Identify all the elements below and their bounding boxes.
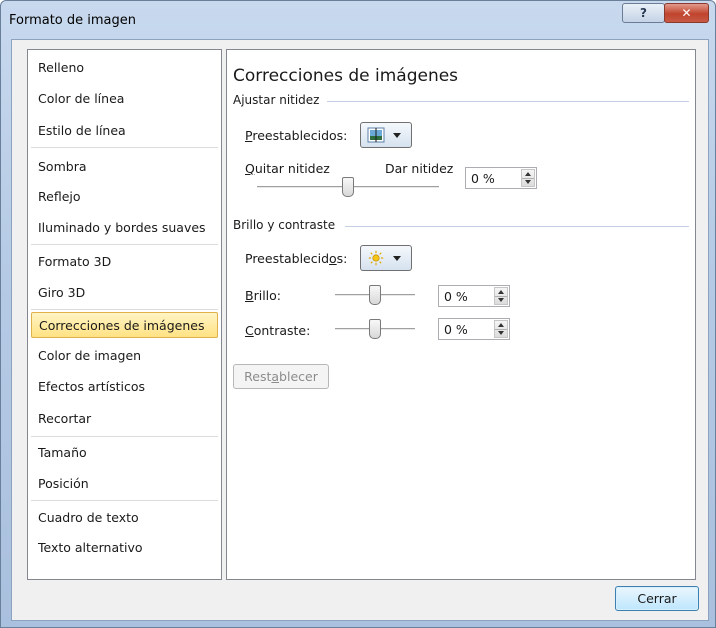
remove-sharpness-label-text: uitar nitidez [254,161,330,176]
section-sharpness-label: Ajustar nitidez [233,93,320,107]
contrast-spin-buttons[interactable] [494,320,508,338]
nav-item-posicion[interactable]: Posición [31,471,218,497]
bc-presets-label: Preestablecidos: [245,251,347,266]
brightness-spinner[interactable]: 0 % [438,285,510,307]
nav-item-efectos-artisticos[interactable]: Efectos artísticos [31,374,218,400]
sharpness-spinner[interactable]: 0 % [465,167,537,189]
nav-divider [31,147,218,148]
sharpness-preset-icon [366,126,386,144]
nav-divider [31,500,218,501]
contrast-label-text: ontraste: [253,323,311,338]
contrast-spinner[interactable]: 0 % [438,318,510,340]
nav-item-iluminado[interactable]: Iluminado y bordes suaves [31,215,218,241]
chevron-down-icon [393,132,401,138]
nav-divider [31,309,218,310]
spin-down-icon [498,298,504,302]
help-button[interactable]: ? [622,3,665,23]
add-sharpness-label: Dar nitidez [385,161,454,176]
chevron-down-icon [393,255,401,261]
panel-title: Correcciones de imágenes [233,66,459,86]
nav-item-relleno[interactable]: Relleno [31,55,218,81]
bc-presets-dropdown[interactable] [360,245,412,271]
brightness-slider-thumb[interactable] [369,285,381,305]
help-icon: ? [640,6,647,20]
settings-panel: Correcciones de imágenes Ajustar nitidez… [226,49,696,580]
nav-divider [31,244,218,245]
nav-item-giro-3d[interactable]: Giro 3D [31,280,218,306]
spin-down-icon [498,331,504,335]
nav-item-color-de-imagen[interactable]: Color de imagen [31,343,218,369]
close-window-button[interactable]: ✕ [664,3,709,23]
dialog-body: Relleno Color de línea Estilo de línea S… [11,39,709,621]
close-icon: ✕ [681,6,692,20]
mnemonic-char: B [245,288,254,303]
mnemonic-char: a [271,369,280,384]
nav-divider [31,436,218,437]
reset-button[interactable]: Rest a blecer [233,364,329,389]
sharpness-value: 0 % [471,171,495,186]
spin-down-icon [525,180,531,184]
spin-up-icon [498,290,504,294]
sun-icon [366,249,386,267]
spin-divider [495,329,507,330]
section-divider [345,226,689,227]
sharpness-presets-label: Preestablecidos: [245,128,347,143]
nav-item-sombra[interactable]: Sombra [31,154,218,180]
brightness-label-text: rillo: [253,288,281,303]
mnemonic-char: o [329,251,337,266]
nav-item-reflejo[interactable]: Reflejo [31,184,218,210]
spin-up-icon [525,172,531,176]
contrast-label: Contraste: [245,323,310,338]
sharpness-presets-label-text: reestablecidos: [252,128,348,143]
spin-up-icon [498,323,504,327]
sharpness-slider-thumb[interactable] [342,177,354,197]
sharpness-presets-dropdown[interactable] [360,122,412,148]
mnemonic-char: Q [245,161,255,176]
spin-divider [522,178,534,179]
contrast-slider-thumb[interactable] [369,319,381,339]
reset-label-start: Rest [244,369,272,384]
spin-divider [495,296,507,297]
brightness-value: 0 % [444,289,468,304]
reset-label-end: blecer [279,369,318,384]
bc-presets-label-start: Preestablecid [245,251,330,266]
nav-item-estilo-de-linea[interactable]: Estilo de línea [31,118,218,144]
mnemonic-char: C [245,323,254,338]
contrast-value: 0 % [444,322,468,337]
category-list: Relleno Color de línea Estilo de línea S… [27,49,222,580]
bc-presets-label-end: s: [336,251,348,266]
window-title: Formato de imagen [9,13,137,28]
nav-item-texto-alternativo[interactable]: Texto alternativo [31,535,218,561]
close-button[interactable]: Cerrar [615,586,699,611]
nav-item-correcciones[interactable]: Correcciones de imágenes [31,312,218,338]
section-divider [327,101,689,102]
remove-sharpness-label: Quitar nitidez [245,161,330,176]
nav-item-formato-3d[interactable]: Formato 3D [31,249,218,275]
section-brightness-contrast-label: Brillo y contraste [233,218,336,232]
nav-item-color-de-linea[interactable]: Color de línea [31,86,218,112]
brightness-spin-buttons[interactable] [494,287,508,305]
nav-item-tamano[interactable]: Tamaño [31,440,218,466]
title-bar[interactable]: Formato de imagen ? ✕ [1,1,715,39]
nav-item-cuadro-de-texto[interactable]: Cuadro de texto [31,505,218,531]
nav-item-recortar[interactable]: Recortar [31,406,218,432]
sharpness-spin-buttons[interactable] [521,169,535,187]
dialog-window: Formato de imagen ? ✕ Relleno Color de l… [0,0,716,628]
brightness-label: Brillo: [245,288,281,303]
